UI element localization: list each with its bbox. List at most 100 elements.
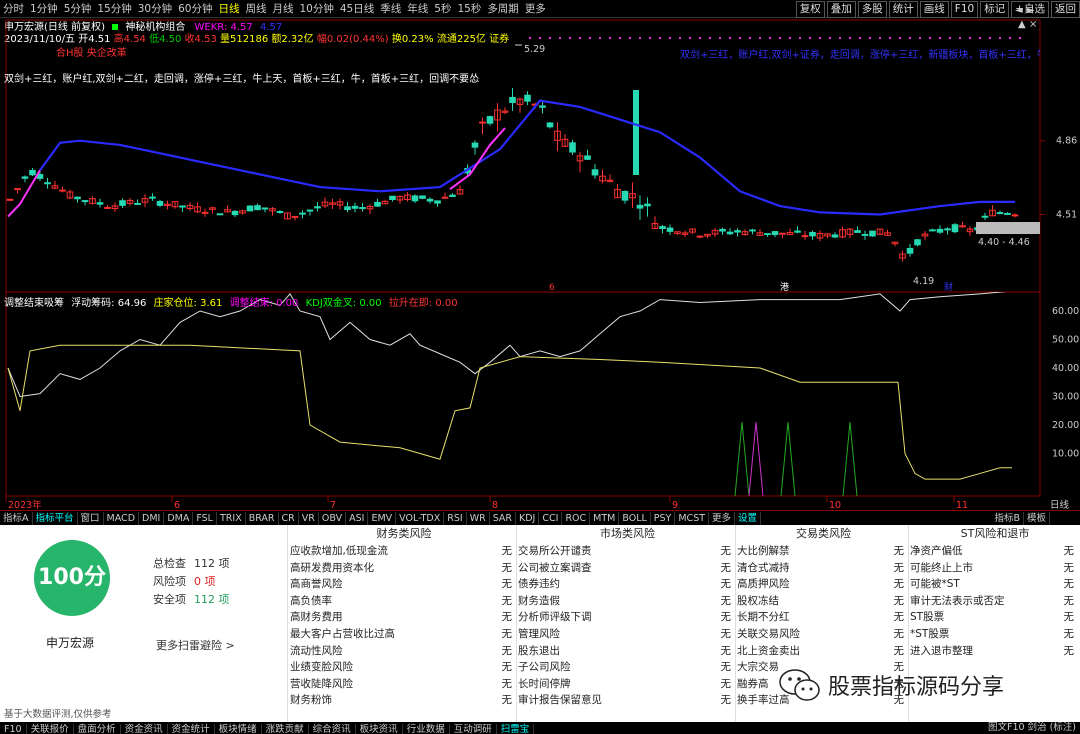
signal-dot (998, 36, 1002, 40)
indicator-tab[interactable]: ASI (346, 512, 369, 525)
indicator-tab[interactable]: 设置 (735, 512, 762, 525)
risk-item[interactable]: 股权冻结 无 (737, 593, 910, 610)
indicator-tab[interactable]: WR (467, 512, 490, 525)
signal-text-left: 双剑+三红，账户红,双剑+二红，走回调，涨停+三红，牛上天，首板+三红，牛，首板… (4, 74, 480, 85)
risk-item-status: 无 (1063, 611, 1075, 624)
risk-item[interactable]: 债券违约 无 (518, 576, 737, 593)
indicator-tab[interactable]: PSY (651, 512, 676, 525)
risk-item[interactable]: 分析师评级下调 无 (518, 609, 737, 626)
risk-item[interactable]: 高研发费用资本化 无 (290, 560, 518, 577)
price-chart[interactable]: 4.864.515.294.194.40 - 4.466 港财◄ ►▲ × (0, 0, 1080, 298)
risk-item[interactable]: 审计无法表示或否定 无 (910, 593, 1080, 610)
risk-item[interactable]: 业绩变脸风险 无 (290, 659, 518, 676)
risk-item[interactable]: 财务粉饰 无 (290, 692, 518, 709)
risk-item-label: 高负债率 (290, 594, 332, 607)
bottom-tab[interactable]: 涨跌贡献 (262, 724, 309, 734)
risk-item[interactable]: *ST股票 无 (910, 626, 1080, 643)
bottom-tab[interactable]: 综合资讯 (309, 724, 356, 734)
bottom-tab[interactable]: 资金资讯 (121, 724, 168, 734)
bottom-tab[interactable]: 板块情绪 (215, 724, 262, 734)
indicator-tab[interactable]: BOLL (619, 512, 651, 525)
candle-body (854, 230, 861, 233)
indicator-tab[interactable]: SAR (490, 512, 517, 525)
risk-item-status: 无 (720, 545, 732, 557)
indicator-tab[interactable]: BRAR (246, 512, 279, 525)
indicator-tab[interactable]: EMV (368, 512, 397, 525)
candle-body (231, 210, 239, 216)
bottom-tab[interactable]: 盘面分析 (74, 724, 121, 734)
risk-item[interactable]: 公司被立案调查 无 (518, 560, 737, 577)
bottom-tab[interactable]: F10 (0, 724, 27, 734)
indicator-tab[interactable]: KDJ (516, 512, 540, 525)
risk-item[interactable]: 高商誉风险 无 (290, 576, 518, 593)
indicator-tab[interactable]: 更多 (709, 512, 736, 525)
risk-item[interactable]: 长期不分红 无 (737, 609, 910, 626)
candle-body (764, 233, 771, 236)
risk-item[interactable]: 最大客户占营收比过高 无 (290, 626, 518, 643)
risk-item[interactable]: 净资产偏低 无 (910, 543, 1080, 560)
risk-item[interactable]: 流动性风险 无 (290, 643, 518, 660)
risk-item[interactable]: 子公司风险 无 (518, 659, 737, 676)
candle-body (809, 231, 816, 237)
stat-label: 总检查 (153, 557, 186, 570)
bottom-tab[interactable]: 扫雷宝 (497, 724, 535, 734)
indicator-tab[interactable]: FSL (193, 512, 217, 525)
risk-item[interactable]: 应收款增加,低现金流 无 (290, 543, 518, 560)
risk-item[interactable]: 北上资金卖出 无 (737, 643, 910, 660)
indicator-tab-right[interactable]: 模板 (1024, 512, 1050, 525)
bottom-tab[interactable]: 资金统计 (168, 724, 215, 734)
risk-item[interactable]: 财务造假 无 (518, 593, 737, 610)
indicator-tab[interactable]: DMA (164, 512, 194, 525)
risk-item[interactable]: 高财务费用 无 (290, 609, 518, 626)
candle-body (861, 233, 869, 236)
risk-item[interactable]: 交易所公开谴责 无 (518, 543, 737, 560)
bottom-tab[interactable]: 互动调研 (450, 724, 497, 734)
risk-item-status: 无 (893, 611, 905, 624)
signal-dot (838, 36, 842, 40)
bottom-tab[interactable]: 板块资讯 (356, 724, 403, 734)
indicator-tab[interactable]: MTM (590, 512, 620, 525)
more-scan-link[interactable]: 更多扫雷避险 > (156, 637, 235, 653)
risk-item[interactable]: ST股票 无 (910, 609, 1080, 626)
indicator-tab[interactable]: MACD (104, 512, 140, 525)
risk-item-label: 关联交易风险 (737, 627, 800, 640)
indicator-tab[interactable]: CCI (539, 512, 563, 525)
indicator-chart[interactable]: 60.00 50.00 40.00 30.00 20.00 10.00 2023年 6 7 8 9 1… (0, 292, 1080, 510)
risk-item[interactable]: 进入退市整理 无 (910, 643, 1080, 660)
indicator-tab[interactable]: RSI (444, 512, 467, 525)
panel-stock-name: 申万宏源 (46, 636, 95, 650)
indicator-tab[interactable]: OBV (319, 512, 347, 525)
risk-item[interactable]: 股东退出 无 (518, 643, 737, 660)
indicator-tab[interactable]: MCST (675, 512, 710, 525)
indicator-tab[interactable]: VOL-TDX (396, 512, 445, 525)
candle-body (21, 176, 29, 179)
risk-item[interactable]: 管理风险 无 (518, 626, 737, 643)
risk-item[interactable]: 长时间停牌 无 (518, 676, 737, 693)
risk-item-status: 无 (720, 611, 732, 624)
risk-item[interactable]: 关联交易风险 无 (737, 626, 910, 643)
stat-value: 112 项 (194, 557, 230, 570)
bottom-tab[interactable]: 关联报价 (27, 724, 74, 734)
indicator-tab[interactable]: ROC (562, 512, 591, 525)
stat-safe: 安全项 112 项 (153, 591, 230, 607)
risk-item[interactable]: 可能终止上市 无 (910, 560, 1080, 577)
signal-dot (918, 36, 922, 40)
indicator-tab[interactable]: 指标A (0, 512, 33, 525)
risk-item-label: 高财务费用 (290, 611, 343, 624)
indicator-tab-right[interactable]: 指标B (991, 512, 1024, 525)
risk-item[interactable]: 审计报告保留意见 无 (518, 692, 737, 709)
indicator-tab[interactable]: CR (279, 512, 299, 525)
risk-item[interactable]: 大比例解禁 无 (737, 543, 910, 560)
risk-item[interactable]: 清仓式减持 无 (737, 560, 910, 577)
risk-item[interactable]: 高质押风险 无 (737, 576, 910, 593)
risk-item[interactable]: 可能被*ST 无 (910, 576, 1080, 593)
indicator-tab[interactable]: VR (299, 512, 319, 525)
candle-body (119, 200, 126, 206)
bottom-tab[interactable]: 行业数据 (403, 724, 450, 734)
risk-item[interactable]: 高负债率 无 (290, 593, 518, 610)
risk-item[interactable]: 营收陡降风险 无 (290, 676, 518, 693)
indicator-tab[interactable]: 窗口 (78, 512, 104, 525)
indicator-tab[interactable]: 指标平台 (33, 512, 78, 525)
indicator-tab[interactable]: TRIX (217, 512, 246, 525)
indicator-tab[interactable]: DMI (139, 512, 165, 525)
